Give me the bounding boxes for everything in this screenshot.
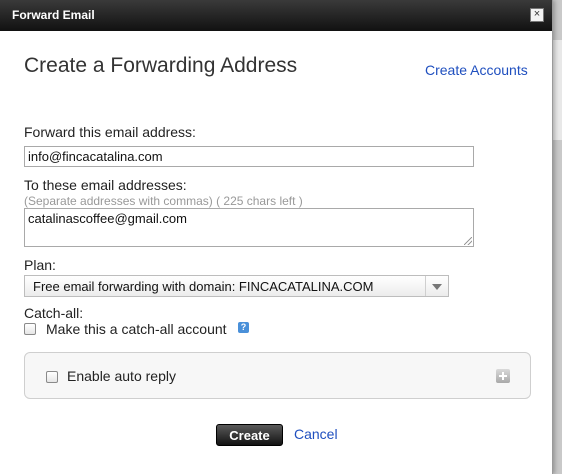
forward-address-input[interactable]: info@fincacatalina.com	[24, 146, 474, 167]
dialog-content: Create a Forwarding Address Create Accou…	[0, 31, 552, 474]
auto-reply-panel: Enable auto reply	[24, 352, 531, 399]
catchall-label: Catch-all:	[24, 305, 84, 321]
dialog-titlebar: Forward Email ×	[0, 0, 552, 32]
help-icon[interactable]: ?	[238, 322, 249, 333]
expand-plus-icon[interactable]	[496, 369, 510, 383]
close-icon[interactable]: ×	[530, 8, 544, 22]
dialog-title: Forward Email	[12, 8, 95, 22]
plan-select-value: Free email forwarding with domain: FINCA…	[33, 279, 374, 294]
create-button[interactable]: Create	[216, 424, 283, 446]
to-addresses-value: catalinascoffee@gmail.com	[28, 211, 187, 226]
forward-address-value: info@fincacatalina.com	[28, 149, 163, 164]
resize-handle-icon[interactable]	[464, 237, 472, 245]
catchall-checkbox[interactable]	[24, 323, 36, 335]
forward-label: Forward this email address:	[24, 124, 196, 140]
auto-reply-checkbox[interactable]	[46, 371, 58, 383]
page-title: Create a Forwarding Address	[24, 54, 298, 77]
plan-label: Plan:	[24, 257, 56, 273]
to-addresses-label: To these email addresses:	[24, 177, 187, 193]
forward-email-dialog: Forward Email × Create a Forwarding Addr…	[0, 0, 553, 474]
to-addresses-hint: (Separate addresses with commas) ( 225 c…	[24, 194, 303, 208]
to-addresses-textarea[interactable]: catalinascoffee@gmail.com	[24, 208, 474, 247]
cancel-link[interactable]: Cancel	[294, 426, 338, 442]
catchall-checkbox-label[interactable]: Make this a catch-all account	[46, 321, 227, 337]
auto-reply-label[interactable]: Enable auto reply	[67, 368, 176, 384]
create-accounts-link[interactable]: Create Accounts	[425, 62, 528, 78]
plan-select[interactable]: Free email forwarding with domain: FINCA…	[24, 275, 449, 297]
chevron-down-icon[interactable]	[425, 276, 448, 296]
